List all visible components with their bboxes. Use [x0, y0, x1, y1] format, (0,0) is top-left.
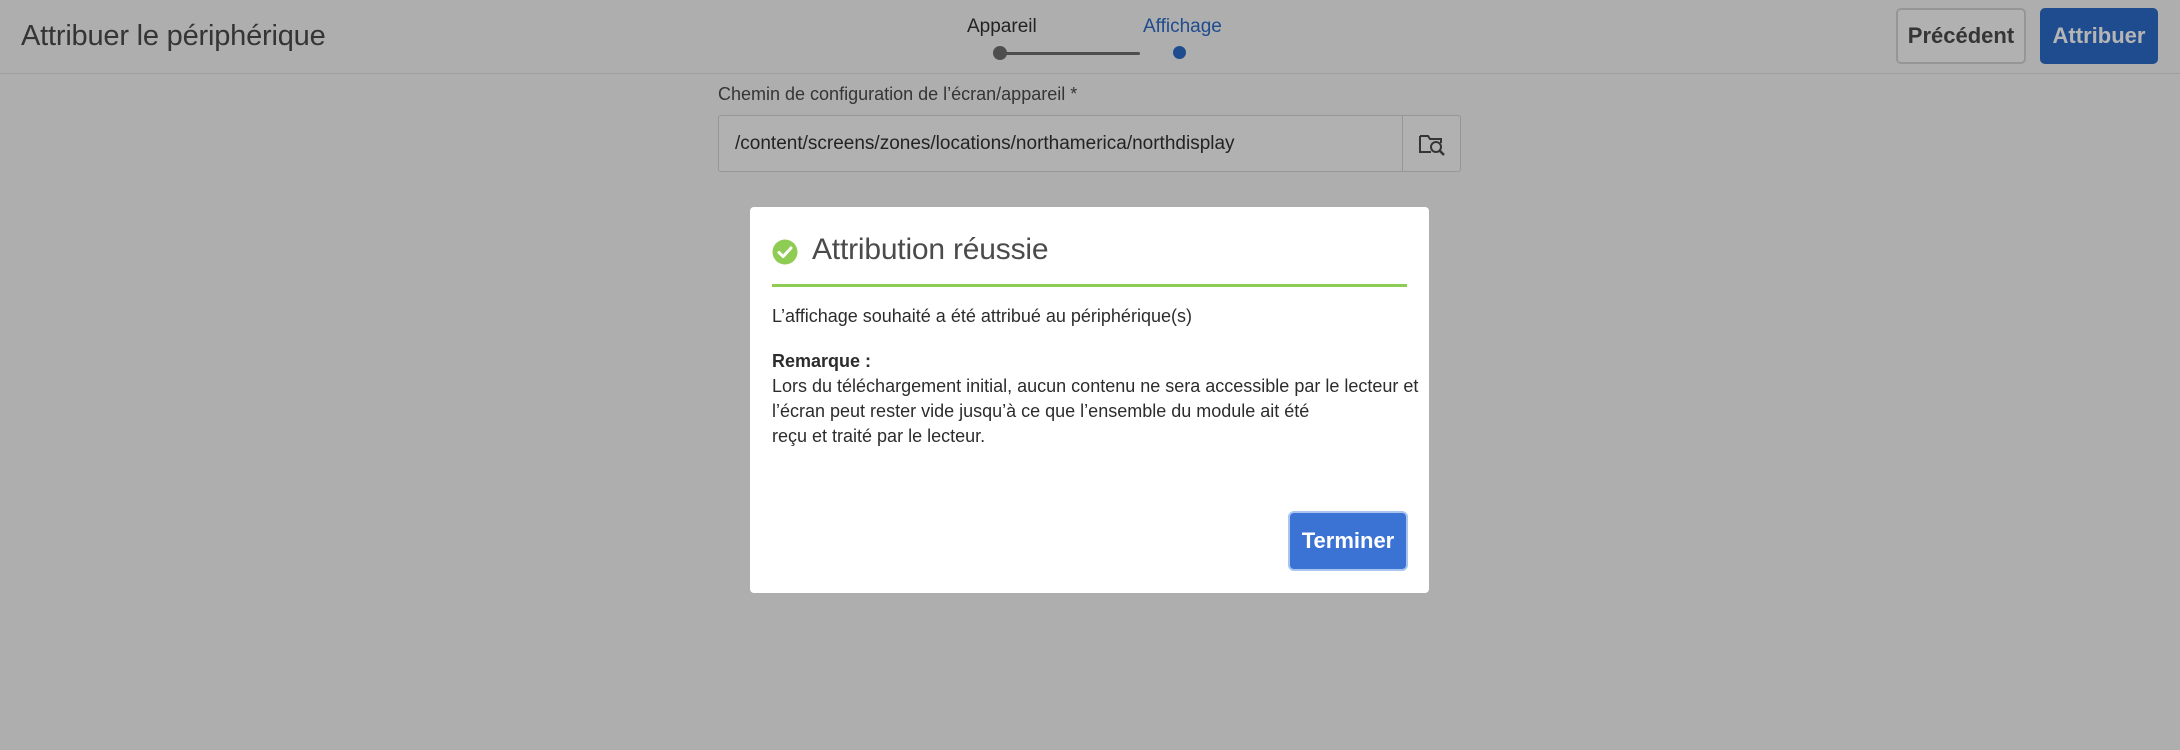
dialog-header: Attribution réussie — [772, 225, 1407, 287]
dialog-message: L’affichage souhaité a été attribué au p… — [772, 306, 1192, 326]
check-circle-icon — [772, 239, 798, 265]
note-label: Remarque : — [772, 351, 872, 371]
note-line: reçu et traité par le lecteur. — [772, 426, 986, 446]
dialog-body: L’affichage souhaité a été attribué au p… — [772, 304, 1419, 449]
note-line: l’écran peut rester vide jusqu’à ce que … — [772, 401, 1310, 421]
done-button[interactable]: Terminer — [1288, 511, 1408, 571]
note-line: Lors du téléchargement initial, aucun co… — [772, 376, 1419, 396]
success-dialog: Attribution réussie L’affichage souhaité… — [750, 207, 1429, 593]
dialog-title: Attribution réussie — [812, 233, 1049, 266]
